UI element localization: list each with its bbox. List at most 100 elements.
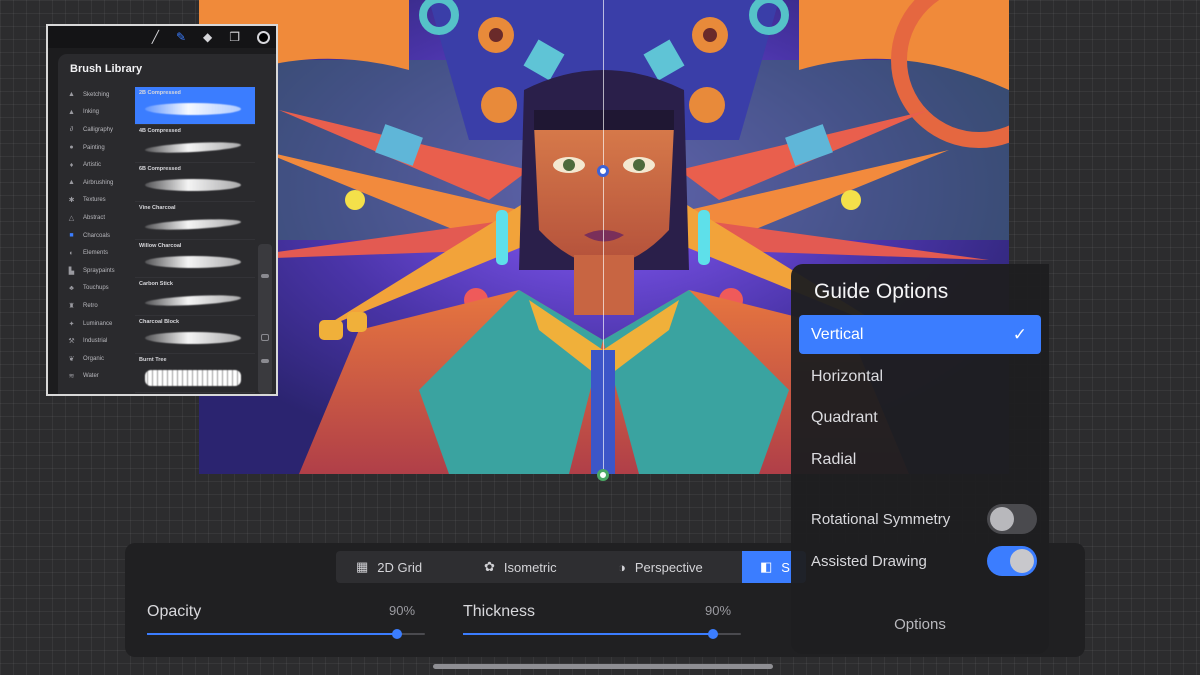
category-label: Luminance [83,320,113,327]
brush-stroke-preview [145,103,241,115]
category-touchups[interactable]: ♣ Touchups [58,280,135,298]
elements-icon: ◐ [69,249,74,257]
category-label: Retro [83,302,98,309]
category-retro[interactable]: ♜ Retro [58,297,135,315]
guide-options-popover: Guide Options Vertical ✓ Horizontal Quad… [791,264,1049,654]
abstract-icon: △ [68,214,75,222]
brush-item-willow-charcoal[interactable]: Willow Charcoal [135,240,255,278]
opacity-label: Opacity [147,603,202,620]
option-horizontal[interactable]: Horizontal [799,357,1041,396]
toggle-knob [990,507,1014,531]
option-label: Quadrant [811,408,878,426]
opacity-slider[interactable] [147,629,425,639]
eraser-icon[interactable]: ◆ [203,26,212,48]
brush-stroke-preview [145,332,241,345]
category-spraypaints[interactable]: ▙ Spraypaints [58,262,135,280]
category-charcoals[interactable]: ■ Charcoals [58,227,135,245]
assisted-drawing-label: Assisted Drawing [811,552,927,570]
tab-perspective[interactable]: ◑ Perspective [598,551,738,583]
assisted-drawing-toggle[interactable] [987,546,1037,576]
tab-2d-grid[interactable]: ▦ 2D Grid [336,551,454,583]
rotational-symmetry-label: Rotational Symmetry [811,510,951,528]
guide-rotate-handle[interactable] [597,165,609,177]
option-radial[interactable]: Radial [799,440,1041,479]
option-vertical[interactable]: Vertical ✓ [799,315,1041,354]
opacity-knob[interactable] [261,359,269,363]
category-label: Abstract [83,214,106,221]
smudge-icon[interactable]: ✎ [176,26,186,48]
brush-stroke-preview [144,293,242,308]
charcoals-icon: ■ [69,232,74,240]
symmetry-icon: ◧ [760,559,773,574]
category-abstract[interactable]: △ Abstract [58,209,135,227]
assisted-drawing-row: Assisted Drawing [811,545,1037,577]
category-luminance[interactable]: ✦ Luminance [58,315,135,333]
luminance-icon: ✦ [68,320,75,328]
touchups-icon: ♣ [69,284,74,292]
brush-item-charcoal-block[interactable]: Charcoal Block [135,316,255,355]
modify-button[interactable] [261,334,269,341]
brush-item-6b-compressed[interactable]: 6B Compressed [135,163,255,202]
thickness-slider-knob[interactable] [708,629,719,639]
option-label: Vertical [811,325,864,343]
spraypaints-icon: ▙ [68,267,75,275]
category-artistic[interactable]: ♦ Artistic [58,156,135,174]
brush-item-4b-compressed[interactable]: 4B Compressed [135,125,255,164]
brush-icon[interactable]: ╱ [152,26,159,48]
category-label: Spraypaints [83,267,115,274]
category-sketching[interactable]: ▲ Sketching [58,86,135,104]
tab-isometric[interactable]: ✿ Isometric [464,551,594,583]
home-indicator[interactable] [433,664,773,669]
thickness-slider[interactable] [463,629,741,639]
category-calligraphy[interactable]: ∂ Calligraphy [58,121,135,139]
brush-item-2b-compressed[interactable]: 2B Compressed [135,87,255,126]
brush-size-knob[interactable] [261,274,269,278]
rotational-symmetry-toggle[interactable] [987,504,1037,534]
symmetry-guide-line [603,0,604,474]
brush-name: 4B Compressed [139,128,181,135]
brush-stroke-preview [145,179,241,192]
brush-library-window: ╱ ✎ ◆ ❐ Brush Library + ▲ Sketching ▲ Inki… [46,24,278,396]
category-airbrushing[interactable]: ▲ Airbrushing [58,174,135,192]
rotational-symmetry-row: Rotational Symmetry [811,503,1037,535]
tab-label: Perspective [634,559,703,575]
calligraphy-icon: ∂ [69,126,74,134]
opacity-slider-knob[interactable] [392,629,403,639]
thickness-label: Thickness [463,603,536,620]
brush-name: 6B Compressed [139,166,181,173]
water-icon: ≋ [68,373,75,381]
guide-type-tabs: ▦ 2D Grid ✿ Isometric ◑ Perspective ◧ S [336,551,806,583]
tab-label: S [781,559,790,575]
painting-icon: ● [69,144,74,152]
category-elements[interactable]: ◐ Elements [58,244,135,262]
layers-icon[interactable]: ❐ [229,26,240,48]
grid-icon: ▦ [356,559,369,574]
category-painting[interactable]: ● Painting [58,139,135,157]
category-textures[interactable]: ✱ Textures [58,192,135,210]
category-label: Organic [83,355,105,362]
category-label: Industrial [83,338,108,345]
category-organic[interactable]: ❦ Organic [58,350,135,368]
category-water[interactable]: ≋ Water [58,368,135,386]
options-button[interactable]: Options [791,616,1049,633]
category-industrial[interactable]: ⚒ Industrial [58,332,135,350]
brush-item-carbon-stick[interactable]: Carbon Stick [135,278,255,317]
thickness-slider-fill [463,633,714,635]
brush-name: Burnt Tree [139,357,167,364]
category-label: Water [83,373,99,380]
brush-item-vine-charcoal[interactable]: Vine Charcoal [135,202,255,240]
brush-item-burnt-tree[interactable]: Burnt Tree [135,354,255,393]
category-label: Textures [83,197,106,204]
toggle-knob [1010,549,1034,573]
airbrushing-icon: ▲ [68,179,75,187]
color-swatch[interactable] [257,30,270,44]
option-label: Radial [811,450,857,468]
guide-move-handle[interactable] [597,469,609,481]
brush-name: Carbon Stick [139,280,173,287]
option-quadrant[interactable]: Quadrant [799,398,1041,437]
tab-label: Isometric [503,559,557,575]
opacity-slider-fill [147,633,398,635]
checkmark-icon: ✓ [1012,324,1027,344]
category-inking[interactable]: ▲ Inking [58,104,135,122]
brush-size-slider[interactable] [258,244,272,394]
